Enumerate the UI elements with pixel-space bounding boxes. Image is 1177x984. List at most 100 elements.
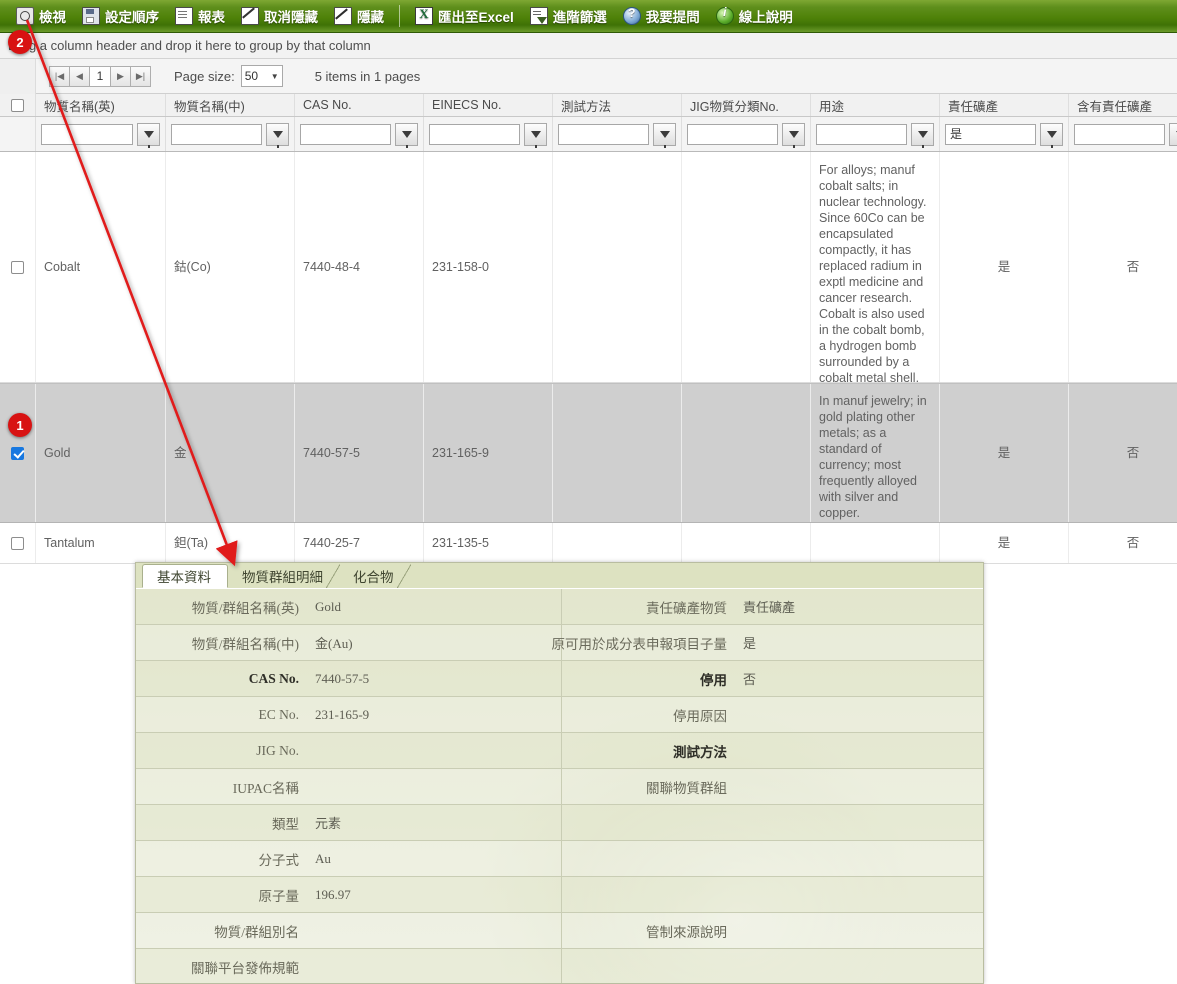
cell-name-en: Gold bbox=[36, 384, 166, 522]
tab-slant-divider bbox=[396, 564, 411, 588]
filter-input-contains-responsible-mineral[interactable] bbox=[1074, 123, 1165, 145]
detail-label: 責任礦產物質 bbox=[646, 600, 727, 616]
column-header-usage[interactable]: 用途 bbox=[811, 94, 940, 116]
group-by-dropzone[interactable]: Drag a column header and drop it here to… bbox=[0, 33, 1177, 59]
excel-export-icon bbox=[415, 6, 433, 25]
filter-button-responsible-mineral[interactable] bbox=[1040, 122, 1063, 148]
cell-einecs-no: 231-165-9 bbox=[424, 384, 553, 522]
pager-toolbar: |◀ ◀ 1 ▶ ▶| Page size: 50 ▼ 5 items in 1… bbox=[0, 58, 1177, 94]
cell-usage: In manuf jewelry; in gold plating other … bbox=[811, 384, 940, 522]
pager-current-page[interactable]: 1 bbox=[89, 65, 111, 87]
column-header-contains-responsible-mineral[interactable]: 含有責任礦產 bbox=[1069, 94, 1177, 116]
pager-prev-button[interactable]: ◀ bbox=[69, 65, 90, 87]
row-checkbox[interactable] bbox=[11, 446, 24, 460]
row-checkbox[interactable] bbox=[11, 536, 24, 550]
toolbar-button-report[interactable]: 報表 bbox=[167, 3, 233, 29]
cell-contains-responsible-mineral: 否 bbox=[1069, 523, 1177, 563]
column-header-responsible-mineral[interactable]: 責任礦產 bbox=[940, 94, 1069, 116]
filter-input-responsible-mineral[interactable]: 是 bbox=[945, 123, 1036, 145]
table-row[interactable]: Cobalt 鈷(Co) 7440-48-4 231-158-0 For all… bbox=[0, 152, 1177, 385]
detail-value: 否 bbox=[743, 672, 757, 687]
cell-test-method bbox=[553, 523, 682, 563]
toolbar-button-hide[interactable]: 隱藏 bbox=[326, 3, 392, 29]
row-select-cell[interactable] bbox=[0, 523, 36, 563]
filter-button-cas-no[interactable] bbox=[395, 122, 418, 148]
column-header-name-zh[interactable]: 物質名稱(中) bbox=[166, 94, 295, 116]
toolbar-label: 我要提問 bbox=[645, 10, 700, 25]
toolbar-label: 取消隱藏 bbox=[264, 10, 318, 25]
toolbar-button-ask-question[interactable]: 我要提問 bbox=[615, 3, 708, 29]
filter-input-test-method[interactable] bbox=[558, 123, 649, 145]
filter-cell-name-en bbox=[36, 117, 166, 151]
pager-last-button[interactable]: ▶| bbox=[130, 65, 151, 87]
column-header-einecs-no[interactable]: EINECS No. bbox=[424, 94, 553, 116]
filter-input-usage[interactable] bbox=[816, 123, 907, 145]
tab-basic-info[interactable]: 基本資料 bbox=[142, 564, 228, 588]
filter-input-name-en[interactable] bbox=[41, 123, 133, 145]
detail-label: 管制來源說明 bbox=[646, 924, 727, 940]
detail-value: Au bbox=[315, 850, 331, 866]
detail-label: 類型 bbox=[272, 816, 299, 832]
filter-cell-name-zh bbox=[166, 117, 295, 151]
filter-input-einecs-no[interactable] bbox=[429, 123, 520, 145]
filter-input-cas-no[interactable] bbox=[300, 123, 391, 145]
detail-label: 原子量 bbox=[258, 888, 300, 904]
detail-value: 是 bbox=[743, 636, 757, 651]
chevron-down-icon: ▼ bbox=[270, 71, 279, 81]
detail-row: CAS No. 7440-57-5 停用 否 bbox=[136, 661, 983, 697]
filter-button-name-en[interactable] bbox=[137, 122, 160, 148]
filter-button-name-zh[interactable] bbox=[266, 122, 289, 148]
detail-label bbox=[562, 877, 737, 912]
filter-input-name-zh[interactable] bbox=[171, 123, 262, 145]
pager-first-button[interactable]: |◀ bbox=[49, 65, 70, 87]
filter-cell-contains-responsible-mineral bbox=[1069, 117, 1177, 151]
toolbar-button-online-help[interactable]: 線上說明 bbox=[708, 3, 801, 29]
toolbar-button-advanced-filter[interactable]: 進階篩選 bbox=[522, 3, 615, 29]
toolbar-button-unhide[interactable]: 取消隱藏 bbox=[233, 3, 326, 29]
toolbar-button-view[interactable]: 檢視 bbox=[8, 3, 74, 29]
detail-label: 測試方法 bbox=[673, 744, 727, 760]
filter-button-contains-responsible-mineral[interactable] bbox=[1169, 122, 1177, 146]
report-page-icon bbox=[175, 7, 193, 25]
column-header-cas-no[interactable]: CAS No. bbox=[295, 94, 424, 116]
row-select-cell[interactable] bbox=[0, 152, 36, 382]
detail-value bbox=[737, 697, 983, 732]
toolbar-button-export-excel[interactable]: 匯出至Excel bbox=[407, 3, 522, 29]
detail-label: 關聯物質群組 bbox=[646, 780, 727, 796]
table-row[interactable]: Gold 金 7440-57-5 231-165-9 In manuf jewe… bbox=[0, 383, 1177, 523]
filter-button-einecs-no[interactable] bbox=[524, 122, 547, 148]
toolbar-button-set-order[interactable]: 設定順序 bbox=[74, 3, 167, 29]
filter-button-usage[interactable] bbox=[911, 122, 934, 148]
select-all-checkbox[interactable] bbox=[11, 98, 24, 112]
toolbar-label: 設定順序 bbox=[105, 10, 159, 25]
row-checkbox[interactable] bbox=[11, 260, 24, 274]
column-header-test-method[interactable]: 測試方法 bbox=[553, 94, 682, 116]
cell-name-en: Tantalum bbox=[36, 523, 166, 563]
filter-cell-usage bbox=[811, 117, 940, 151]
tab-substance-group-detail[interactable]: 物質群組明細 bbox=[228, 564, 340, 588]
detail-value bbox=[737, 913, 983, 948]
column-header-name-en[interactable]: 物質名稱(英) bbox=[36, 94, 166, 116]
select-all-header[interactable] bbox=[0, 94, 36, 116]
toolbar-label: 報表 bbox=[198, 10, 225, 25]
column-header-jig-no[interactable]: JIG物質分類No. bbox=[682, 94, 811, 116]
detail-value: Gold bbox=[315, 598, 341, 614]
toolbar-divider bbox=[399, 5, 400, 27]
filter-cell-cas-no bbox=[295, 117, 424, 151]
grid-header-row: 物質名稱(英) 物質名稱(中) CAS No. EINECS No. 測試方法 … bbox=[0, 94, 1177, 117]
filter-button-jig-no[interactable] bbox=[782, 122, 805, 148]
table-row[interactable]: Tantalum 鉭(Ta) 7440-25-7 231-135-5 是 否 bbox=[0, 523, 1177, 564]
detail-label: 關聯平台發佈規範 bbox=[191, 960, 299, 976]
page-size-select[interactable]: 50 ▼ bbox=[240, 65, 283, 87]
cell-name-zh: 鈷(Co) bbox=[166, 152, 295, 382]
detail-label bbox=[562, 841, 737, 876]
tab-compound[interactable]: 化合物 bbox=[339, 564, 411, 588]
detail-label: 分子式 bbox=[258, 852, 300, 868]
detail-value: 責任礦產 bbox=[743, 600, 796, 615]
filter-button-test-method[interactable] bbox=[653, 122, 676, 148]
filter-input-jig-no[interactable] bbox=[687, 123, 778, 145]
row-select-cell[interactable] bbox=[0, 384, 36, 522]
view-monitor-icon bbox=[16, 7, 34, 25]
filter-cell-einecs-no bbox=[424, 117, 553, 151]
pager-next-button[interactable]: ▶ bbox=[110, 65, 131, 87]
